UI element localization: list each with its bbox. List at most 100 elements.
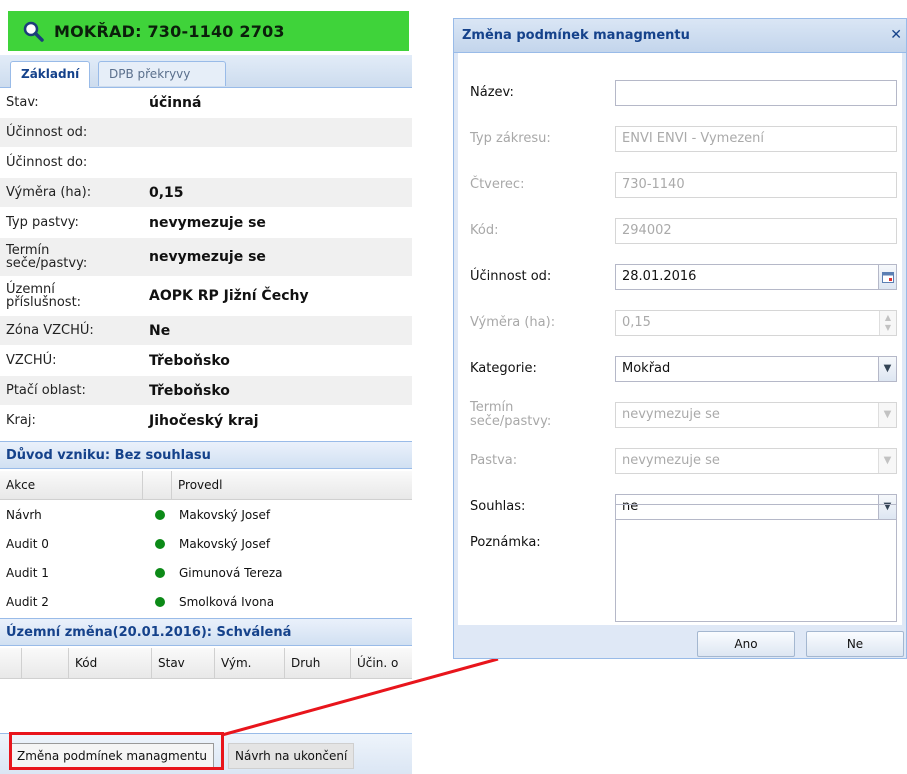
ne-button[interactable]: Ne	[806, 631, 904, 657]
field-row-typ: Typ zákresu: ENVI ENVI - Vymezení	[458, 121, 902, 157]
close-icon[interactable]: ✕	[890, 19, 902, 52]
ucinnost-od-label: Účinnost od:	[470, 269, 552, 284]
column-header-checker[interactable]	[22, 648, 69, 678]
column-header-rownum[interactable]	[0, 648, 22, 678]
nazev-label: Název:	[470, 85, 514, 100]
zmena-table-header: Kód Stav Vým. Druh Účin. o	[0, 648, 412, 679]
panel-header: MOKŘAD: 730-1140 2703	[8, 11, 409, 51]
property-label: Ptačí oblast:	[6, 383, 86, 398]
property-row: VZCHÚ: Třeboňsko	[0, 346, 412, 376]
ucinnost-od-datefield[interactable]: 28.01.2016	[615, 264, 897, 290]
ucinnost-od-value: 28.01.2016	[622, 269, 697, 284]
property-row: Výměra (ha): 0,15	[0, 178, 412, 208]
property-value: nevymezuje se	[149, 249, 266, 265]
bottom-toolbar: Změna podmínek managmentu Návrh na ukonč…	[0, 733, 412, 774]
property-row: Stav: účinná	[0, 88, 412, 118]
property-label: Výměra (ha):	[6, 185, 92, 200]
zmena-section-header[interactable]: Územní změna(20.01.2016): Schválená	[0, 618, 412, 646]
detail-panel: MOKŘAD: 730-1140 2703 Základní DPB překr…	[0, 0, 412, 774]
termin-label: Termín seče/pastvy:	[470, 400, 552, 429]
status-dot-icon	[155, 567, 165, 578]
audit-table: Akce Provedl Návrh Makovský Josef Audit 0…	[0, 471, 412, 616]
tab-strip: Základní DPB překryvy	[0, 55, 412, 88]
property-value: účinná	[149, 94, 202, 111]
termin-value: nevymezuje se	[622, 407, 720, 422]
column-header-vym[interactable]: Vým.	[215, 648, 285, 678]
property-label: Územní příslušnost:	[6, 282, 82, 310]
vymera-label: Výměra (ha):	[470, 315, 556, 330]
souhlas-label: Souhlas:	[470, 499, 526, 514]
panel-title: MOKŘAD: 730-1140 2703	[54, 21, 285, 41]
dialog-form: Název: Typ zákresu: ENVI ENVI - Vymezení…	[458, 53, 902, 626]
chevron-down-icon: ▼	[878, 449, 896, 473]
table-row[interactable]: Audit 0 Makovský Josef	[0, 529, 412, 558]
provedl-cell: Smolková Ivona	[179, 594, 275, 609]
dialog-titlebar[interactable]: Změna podmínek managmentu ✕	[454, 19, 906, 53]
akce-cell: Audit 0	[6, 536, 49, 551]
zmena-podminek-button[interactable]: Změna podmínek managmentu	[10, 743, 215, 769]
column-header-stav[interactable]: Stav	[152, 648, 215, 678]
field-row-kod: Kód: 294002	[458, 213, 902, 249]
property-value: nevymezuje se	[149, 214, 266, 231]
termin-combo: nevymezuje se ▼	[615, 402, 897, 428]
provedl-cell: Makovský Josef	[179, 536, 271, 551]
calendar-icon[interactable]	[878, 265, 896, 289]
column-header-akce[interactable]: Akce	[0, 471, 143, 499]
status-dot-icon	[155, 596, 165, 607]
property-label: Kraj:	[6, 413, 36, 428]
table-row[interactable]: Návrh Makovský Josef	[0, 500, 412, 529]
column-header-druh[interactable]: Druh	[285, 648, 351, 678]
kategorie-value: Mokřad	[622, 361, 671, 376]
dialog-footer: Ano Ne	[454, 625, 906, 658]
field-row-ctverec: Čtverec: 730-1140	[458, 167, 902, 203]
property-row: Typ pastvy: nevymezuje se	[0, 208, 412, 238]
dialog-title: Změna podmínek managmentu	[462, 28, 690, 43]
column-header-ucin[interactable]: Účin. o	[351, 648, 412, 678]
properties-list: Stav: účinná Účinnost od: Účinnost do: Vý…	[0, 88, 412, 436]
kod-field: 294002	[615, 218, 897, 244]
property-label: Účinnost od:	[6, 125, 88, 140]
property-label: Zóna VZCHÚ:	[6, 323, 94, 338]
audit-table-header: Akce Provedl	[0, 471, 412, 500]
field-row-ucinnost: Účinnost od: 28.01.2016	[458, 259, 902, 295]
property-row: Územní příslušnost: AOPK RP Jižní Čechy	[0, 277, 412, 316]
tab-dpb-prekryvy[interactable]: DPB překryvy	[98, 61, 226, 86]
property-label: Typ pastvy:	[6, 215, 79, 230]
chevron-down-icon[interactable]: ▼	[878, 357, 896, 381]
property-label: Termín seče/pastvy:	[6, 243, 88, 271]
property-value: AOPK RP Jižní Čechy	[149, 288, 309, 304]
property-value: Třeboňsko	[149, 352, 230, 369]
nazev-input[interactable]	[615, 80, 897, 106]
kategorie-label: Kategorie:	[470, 361, 537, 376]
property-label: Účinnost do:	[6, 155, 88, 170]
property-row: Účinnost od:	[0, 118, 412, 148]
duvod-section-header[interactable]: Důvod vzniku: Bez souhlasu	[0, 441, 412, 469]
typ-zakresu-field: ENVI ENVI - Vymezení	[615, 126, 897, 152]
akce-cell: Audit 1	[6, 565, 49, 580]
poznamka-textarea[interactable]	[615, 504, 897, 622]
kategorie-combo[interactable]: Mokřad ▼	[615, 356, 897, 382]
property-value: Jihočeský kraj	[149, 412, 259, 429]
column-header-status[interactable]	[143, 471, 172, 499]
property-value: Ne	[149, 322, 171, 339]
navrh-na-ukonceni-button[interactable]: Návrh na ukončení	[228, 743, 355, 769]
table-row[interactable]: Audit 2 Smolková Ivona	[0, 587, 412, 616]
status-dot-icon	[155, 538, 165, 549]
property-value: 0,15	[149, 184, 184, 201]
column-header-kod[interactable]: Kód	[69, 648, 152, 678]
provedl-cell: Makovský Josef	[179, 507, 271, 522]
akce-cell: Audit 2	[6, 594, 49, 609]
vymera-value: 0,15	[622, 315, 651, 330]
tab-zakladni[interactable]: Základní	[10, 61, 91, 88]
property-row: Zóna VZCHÚ: Ne	[0, 316, 412, 346]
search-icon	[23, 21, 44, 42]
provedl-cell: Gimunová Tereza	[179, 565, 283, 580]
property-label: Stav:	[6, 95, 39, 110]
column-header-provedl[interactable]: Provedl	[172, 471, 222, 499]
ano-button[interactable]: Ano	[697, 631, 795, 657]
pastva-label: Pastva:	[470, 453, 518, 468]
table-row[interactable]: Audit 1 Gimunová Tereza	[0, 558, 412, 587]
chevron-down-icon: ▼	[878, 403, 896, 427]
field-row-pastva: Pastva: nevymezuje se ▼	[458, 443, 902, 479]
vymera-spinner: 0,15 ▲ ▼	[615, 310, 897, 336]
